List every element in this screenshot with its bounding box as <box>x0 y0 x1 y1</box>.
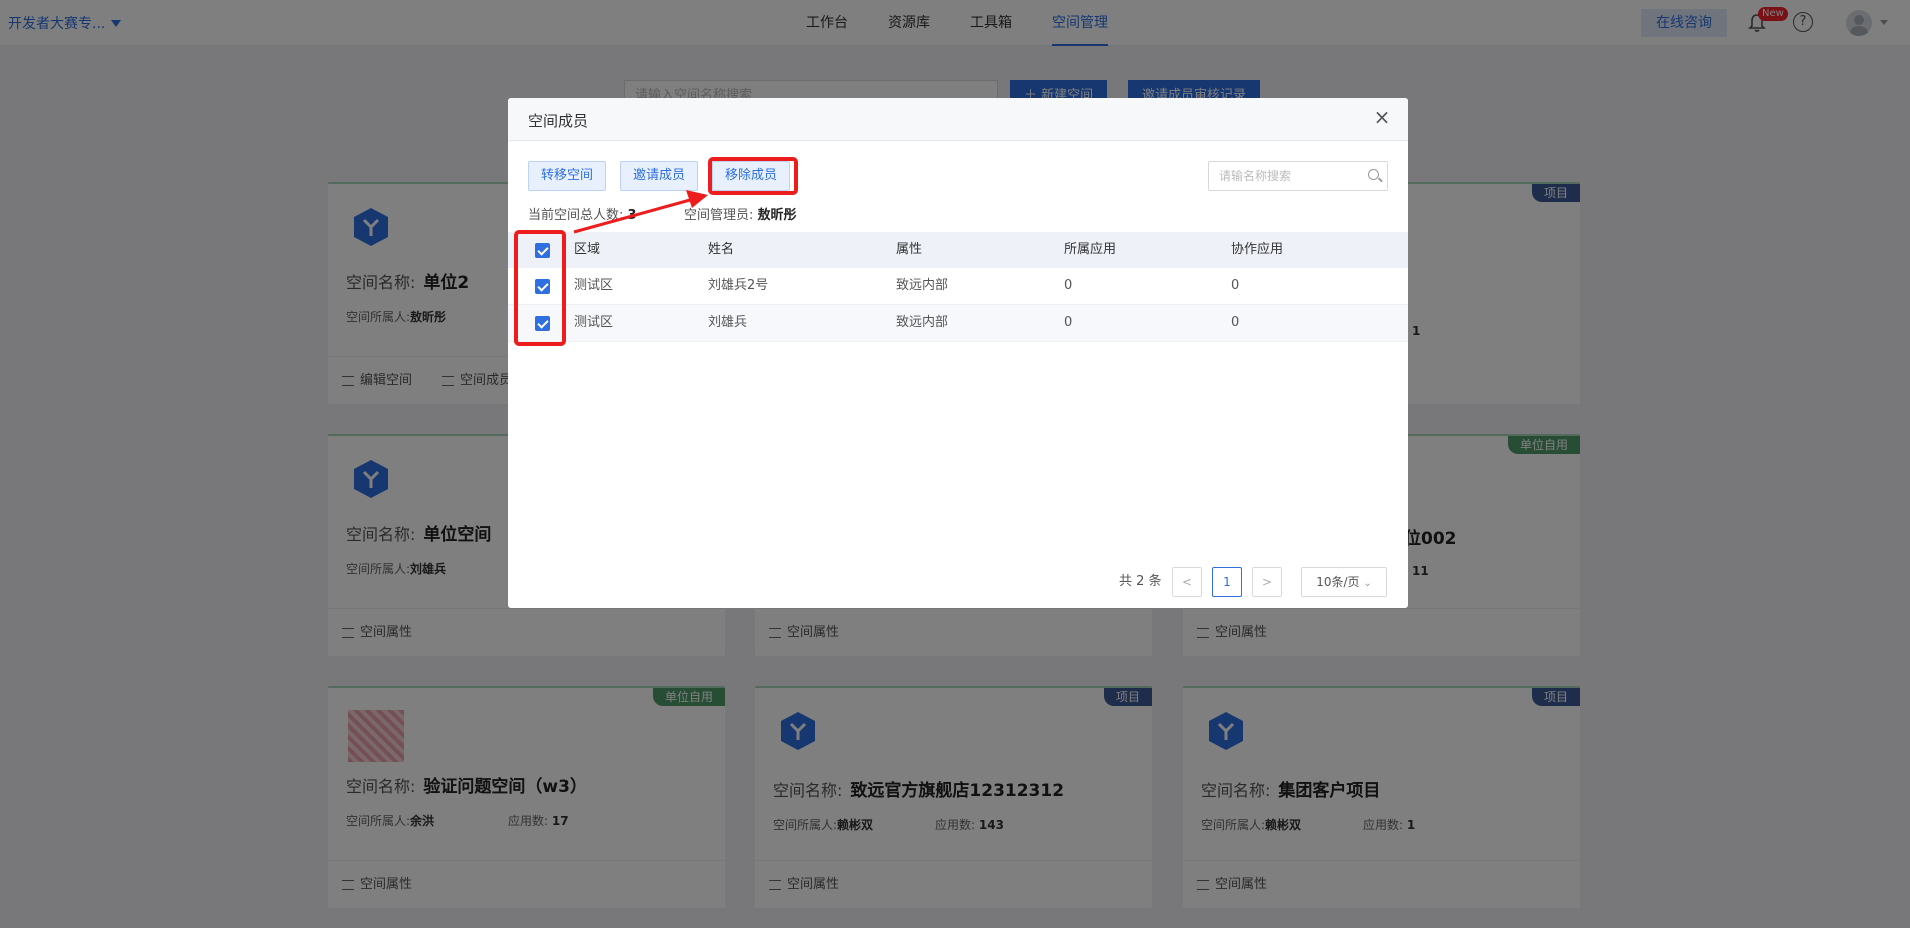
annotation-arrow <box>573 190 708 234</box>
